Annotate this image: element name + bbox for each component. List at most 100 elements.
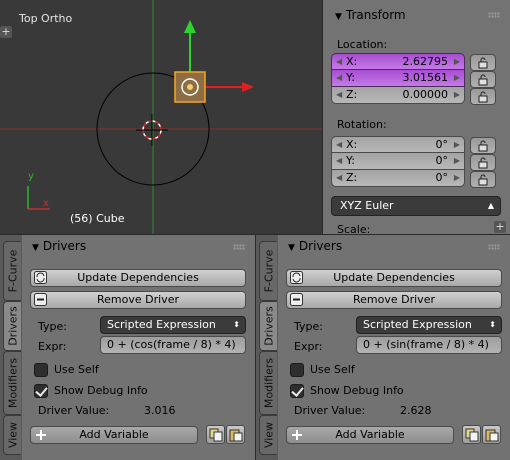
button-label: Remove Driver (97, 293, 179, 306)
button-label: Remove Driver (353, 293, 435, 306)
cube-origin (187, 84, 193, 90)
decrement-arrow-icon[interactable]: ◀ (336, 54, 342, 69)
transform-panel-header[interactable]: ▼ Transform (323, 0, 510, 26)
tab-view[interactable]: View (3, 415, 21, 455)
lock-location-z-button[interactable] (470, 88, 496, 105)
collapse-triangle-icon: ▼ (288, 243, 295, 253)
rotation-z-field[interactable]: ◀ Z: 0° ▶ (331, 170, 465, 187)
lock-icon (478, 91, 488, 103)
tab-label: Modifiers (6, 357, 19, 409)
axis-x-label: x (43, 198, 49, 209)
drivers-panel-header[interactable]: ▼ Drivers (278, 235, 510, 257)
show-debug-info-label: Show Debug Info (310, 384, 404, 397)
add-variable-button[interactable]: Add Variable (286, 426, 454, 444)
lock-location-x-button[interactable] (470, 54, 496, 71)
refresh-icon (34, 271, 47, 284)
field-label: Y: (346, 154, 355, 167)
3d-viewport[interactable]: y x Top Ortho (56) Cube + (0, 0, 322, 234)
location-x-field[interactable]: ◀ X: 2.62795 ▶ (331, 53, 465, 70)
lock-rotation-z-button[interactable] (470, 171, 496, 188)
lock-icon (478, 74, 488, 86)
dropdown-caret-icon: ⬍ (489, 320, 496, 329)
decrement-arrow-icon[interactable]: ◀ (336, 137, 342, 152)
drag-grip-icon[interactable] (488, 12, 500, 18)
driver-type-dropdown[interactable]: Scripted Expression ⬍ (356, 316, 502, 334)
lock-icon (478, 174, 488, 186)
collapse-triangle-icon: ▼ (335, 12, 342, 22)
increment-arrow-icon[interactable]: ▶ (454, 137, 460, 152)
expression-input[interactable]: 0 + (cos(frame / 8) * 4) (100, 336, 246, 354)
rotation-y-field[interactable]: ◀ Y: 0° ▶ (331, 153, 465, 170)
drivers-editor-left[interactable]: F-Curve Drivers Modifiers View ▼ Drivers … (0, 234, 255, 460)
axis-y-label: y (28, 171, 34, 182)
lock-icon (478, 140, 488, 152)
paste-variables-button[interactable] (226, 425, 245, 444)
tab-view[interactable]: View (259, 415, 277, 455)
scale-label: Scale: (337, 223, 371, 234)
increment-arrow-icon[interactable]: ▶ (454, 54, 460, 69)
lock-location-y-button[interactable] (470, 71, 496, 88)
decrement-arrow-icon[interactable]: ◀ (336, 153, 342, 168)
update-dependencies-button[interactable]: Update Dependencies (30, 269, 246, 287)
drag-grip-icon[interactable] (488, 244, 500, 250)
copy-variables-button[interactable] (462, 425, 481, 444)
dropdown-caret-icon: ▲ (487, 201, 494, 210)
increment-arrow-icon[interactable]: ▶ (454, 170, 460, 185)
decrement-arrow-icon[interactable]: ◀ (336, 170, 342, 185)
drivers-editor-right[interactable]: F-Curve Drivers Modifiers View ▼ Drivers … (255, 234, 510, 460)
expr-label: Expr: (38, 340, 67, 353)
increment-arrow-icon[interactable]: ▶ (454, 70, 460, 85)
region-expand-button[interactable]: + (494, 221, 506, 233)
paste-variables-button[interactable] (482, 425, 501, 444)
remove-driver-button[interactable]: Remove Driver (286, 291, 502, 309)
tab-modifiers[interactable]: Modifiers (259, 351, 277, 415)
dropdown-value: Scripted Expression (107, 318, 216, 331)
collapse-triangle-icon: ▼ (32, 243, 39, 253)
properties-region[interactable]: ▼ Transform Location: ◀ X: 2.62795 ▶ ◀ Y:… (322, 0, 510, 234)
drivers-panel-header[interactable]: ▼ Drivers (22, 235, 255, 257)
driver-type-dropdown[interactable]: Scripted Expression ⬍ (100, 316, 246, 334)
update-dependencies-button[interactable]: Update Dependencies (286, 269, 502, 287)
increment-arrow-icon[interactable]: ▶ (454, 87, 460, 102)
expr-label: Expr: (294, 340, 323, 353)
rotation-mode-dropdown[interactable]: XYZ Euler ▲ (331, 196, 501, 216)
tab-f-curve[interactable]: F-Curve (259, 241, 277, 301)
field-value: 0° (435, 154, 449, 167)
remove-driver-button[interactable]: Remove Driver (30, 291, 246, 309)
decrement-arrow-icon[interactable]: ◀ (336, 70, 342, 85)
active-object-label: (56) Cube (70, 212, 125, 225)
tab-label: F-Curve (6, 249, 19, 293)
increment-arrow-icon[interactable]: ▶ (454, 153, 460, 168)
field-label: X: (346, 138, 358, 151)
button-label: Add Variable (79, 428, 149, 441)
field-value: 2.62795 (402, 55, 449, 68)
use-self-label: Use Self (310, 363, 355, 376)
plus-icon (36, 430, 46, 440)
show-debug-info-checkbox[interactable] (290, 384, 304, 398)
refresh-icon (290, 271, 303, 284)
toolshelf-toggle-button[interactable]: + (0, 26, 12, 38)
field-label: Y: (346, 71, 355, 84)
copy-variables-button[interactable] (206, 425, 225, 444)
location-y-field[interactable]: ◀ Y: 3.01561 ▶ (331, 70, 465, 87)
drag-grip-icon[interactable] (233, 244, 245, 250)
use-self-checkbox[interactable] (34, 363, 48, 377)
location-z-field[interactable]: ◀ Z: 0.00000 ▶ (331, 87, 465, 104)
3d-cursor-icon (136, 114, 168, 146)
add-variable-button[interactable]: Add Variable (30, 426, 198, 444)
expression-input[interactable]: 0 + (sin(frame / 8) * 4) (356, 336, 502, 354)
lock-rotation-y-button[interactable] (470, 154, 496, 171)
rotation-x-field[interactable]: ◀ X: 0° ▶ (331, 136, 465, 153)
tab-f-curve[interactable]: F-Curve (3, 241, 21, 301)
lock-icon (478, 157, 488, 169)
decrement-arrow-icon[interactable]: ◀ (336, 87, 342, 102)
tab-drivers[interactable]: Drivers (3, 301, 21, 351)
tab-modifiers[interactable]: Modifiers (3, 351, 21, 415)
use-self-checkbox[interactable] (290, 363, 304, 377)
show-debug-info-checkbox[interactable] (34, 384, 48, 398)
field-value: 3.01561 (402, 71, 449, 84)
tab-label: Drivers (262, 306, 275, 346)
lock-rotation-x-button[interactable] (470, 137, 496, 154)
tab-drivers[interactable]: Drivers (259, 301, 277, 351)
field-value: 0° (435, 171, 449, 184)
